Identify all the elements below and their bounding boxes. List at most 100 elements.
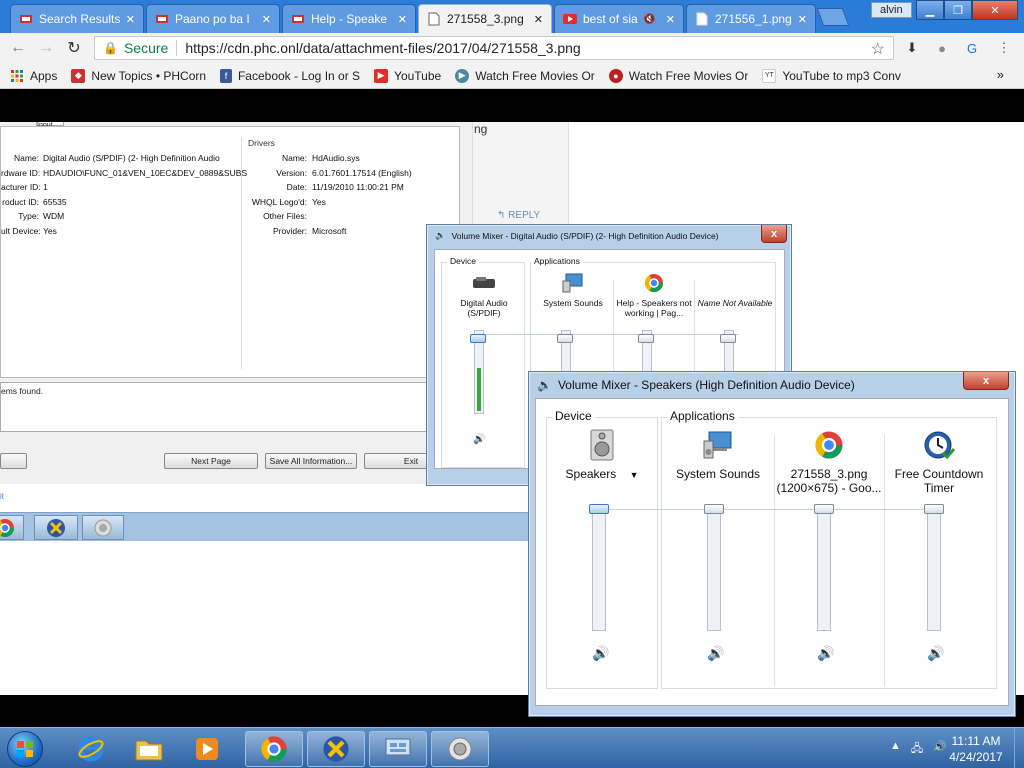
- close-icon[interactable]: ✕: [534, 13, 543, 26]
- site-icon: ◆: [71, 68, 86, 83]
- tab-best-of-sia[interactable]: best of sia 🔇 ✕: [554, 4, 684, 33]
- bookmark-apps[interactable]: Apps: [10, 69, 57, 83]
- speaker-icon[interactable]: 🔊: [473, 434, 485, 445]
- mute-chrome-image-icon[interactable]: 🔊: [817, 645, 834, 662]
- site-icon: [291, 12, 305, 26]
- minimize-button[interactable]: ▁: [916, 0, 944, 20]
- volume-thumb[interactable]: [557, 333, 573, 343]
- inner-taskbar: [0, 512, 530, 541]
- close-icon[interactable]: ✕: [666, 13, 675, 26]
- image-viewer: ng ↰ REPLY Input Drivers Name:Digital Au…: [0, 90, 1024, 717]
- notes-box: ems found.: [0, 382, 472, 432]
- close-icon[interactable]: ✕: [262, 13, 271, 26]
- help-button[interactable]: [0, 453, 27, 469]
- bookmark-facebook[interactable]: f Facebook - Log In or S: [220, 68, 360, 83]
- tab-271556-1[interactable]: 271556_1.png ✕: [686, 4, 816, 33]
- channel-name-not-available: Name Not Available: [697, 298, 773, 308]
- document-icon: [695, 12, 709, 26]
- channel-system-sounds: System Sounds: [666, 427, 770, 481]
- back-button[interactable]: ←: [8, 38, 28, 58]
- show-desktop-button[interactable]: [1014, 728, 1024, 768]
- windows-taskbar: ▲ 🖧 🔊 11:11 AM 4/24/2017: [0, 727, 1024, 768]
- facebook-icon: f: [220, 68, 232, 83]
- close-button[interactable]: x: [963, 372, 1009, 390]
- speaker-icon: 🔈: [537, 378, 552, 392]
- volume-thumb[interactable]: [470, 333, 486, 343]
- volume-thumb[interactable]: [814, 504, 834, 514]
- start-button[interactable]: [7, 731, 43, 767]
- chrome-image-volume-slider[interactable]: [817, 505, 831, 631]
- media-player-button[interactable]: [178, 731, 236, 767]
- next-page-button[interactable]: Next Page: [164, 453, 258, 469]
- bookmark-yt-mp3[interactable]: YT YouTube to mp3 Conv: [762, 68, 901, 83]
- menu-icon[interactable]: ⋮: [995, 39, 1013, 57]
- site-icon: [155, 12, 169, 26]
- volume-thumb[interactable]: [638, 333, 654, 343]
- bookmark-watch-movies-2[interactable]: ● Watch Free Movies Or: [608, 68, 748, 83]
- bookmark-watch-movies-1[interactable]: ▶ Watch Free Movies Or: [455, 68, 595, 83]
- close-window-button[interactable]: ✕: [972, 0, 1018, 20]
- volume-thumb[interactable]: [720, 333, 736, 343]
- close-button[interactable]: x: [761, 225, 787, 243]
- speaker-muted-icon[interactable]: 🔇: [643, 14, 655, 25]
- channel-system-sounds: System Sounds: [535, 272, 611, 308]
- chrome-taskbar-button[interactable]: [245, 731, 303, 767]
- speakers-icon: [550, 427, 654, 463]
- network-icon[interactable]: 🖧: [911, 740, 923, 759]
- toolbar: ← → ↻ 🔒 Secure https://cdn.phc.onl/data/…: [0, 33, 1024, 63]
- play-circle-icon: ▶: [455, 68, 470, 83]
- translate-extension-icon[interactable]: G: [963, 39, 981, 57]
- close-icon[interactable]: ✕: [398, 13, 407, 26]
- bookmark-new-topics[interactable]: ◆ New Topics • PHCorn: [71, 68, 206, 83]
- new-tab-button[interactable]: [816, 8, 850, 26]
- bookmark-youtube[interactable]: ▶ YouTube: [374, 68, 441, 83]
- reload-button[interactable]: ↻: [64, 38, 84, 58]
- mute-system-sounds-icon[interactable]: 🔊: [707, 645, 724, 662]
- site-icon: [19, 12, 33, 26]
- tab-271558-3[interactable]: 271558_3.png ✕: [418, 4, 552, 33]
- close-icon[interactable]: ✕: [126, 13, 135, 26]
- channel-help-speakers: Help - Speakers not working | Pag...: [615, 272, 693, 318]
- internet-explorer-button[interactable]: [62, 731, 120, 767]
- volume-thumb[interactable]: [924, 504, 944, 514]
- download-manager-taskbar-button[interactable]: [307, 731, 365, 767]
- system-sounds-volume-slider[interactable]: [707, 505, 721, 631]
- show-hidden-icons[interactable]: ▲: [890, 740, 901, 759]
- media-player-icon: [196, 738, 218, 760]
- mute-speakers-icon[interactable]: 🔊: [592, 645, 609, 662]
- volume-mixer-taskbar-button[interactable]: [431, 731, 489, 767]
- volume-thumb[interactable]: [704, 504, 724, 514]
- save-all-button[interactable]: Save All Information...: [265, 453, 357, 469]
- speaker-icon: [448, 737, 472, 761]
- tab-search-results[interactable]: Search Results ✕: [10, 4, 144, 33]
- clock[interactable]: 11:11 AM 4/24/2017: [936, 733, 1016, 765]
- lock-icon: 🔒: [103, 41, 118, 55]
- channel-271558-png: 271558_3.png (1200×675) - Goo...: [776, 427, 882, 496]
- address-bar[interactable]: 🔒 Secure https://cdn.phc.onl/data/attach…: [94, 36, 894, 60]
- forward-button[interactable]: →: [36, 38, 56, 58]
- tab-paano[interactable]: Paano po ba I ✕: [146, 4, 280, 33]
- chrome-icon: [615, 272, 693, 294]
- internet-explorer-icon: [78, 736, 104, 762]
- volume-thumb[interactable]: [589, 504, 609, 514]
- mute-countdown-timer-icon[interactable]: 🔊: [927, 645, 944, 662]
- more-bookmarks-button[interactable]: »: [997, 67, 1004, 82]
- device-info-panel: Drivers Name: Digital Audio (S/PDIF) (2- …: [0, 126, 460, 378]
- close-icon[interactable]: ✕: [798, 13, 807, 26]
- folder-icon: [135, 740, 163, 761]
- tab-strip: Search Results ✕ Paano po ba I ✕ Help - …: [0, 0, 1024, 33]
- restore-button[interactable]: ❐: [944, 0, 972, 20]
- download-extension-icon[interactable]: ⬇: [903, 39, 921, 57]
- file-explorer-button[interactable]: [120, 731, 178, 767]
- device-dropdown-icon[interactable]: ▼: [630, 470, 639, 480]
- profile-button[interactable]: alvin: [871, 2, 912, 18]
- speakers-volume-slider[interactable]: [592, 505, 606, 631]
- extension-icon[interactable]: ●: [933, 39, 951, 57]
- control-panel-taskbar-button[interactable]: [369, 731, 427, 767]
- timer-icon: [886, 427, 992, 463]
- chrome-icon: [261, 736, 287, 762]
- tab-help-speakers[interactable]: Help - Speake ✕: [282, 4, 416, 33]
- countdown-timer-volume-slider[interactable]: [927, 505, 941, 631]
- bookmark-star-icon[interactable]: ☆: [871, 39, 885, 59]
- mixer-title: Volume Mixer - Speakers (High Definition…: [557, 378, 855, 392]
